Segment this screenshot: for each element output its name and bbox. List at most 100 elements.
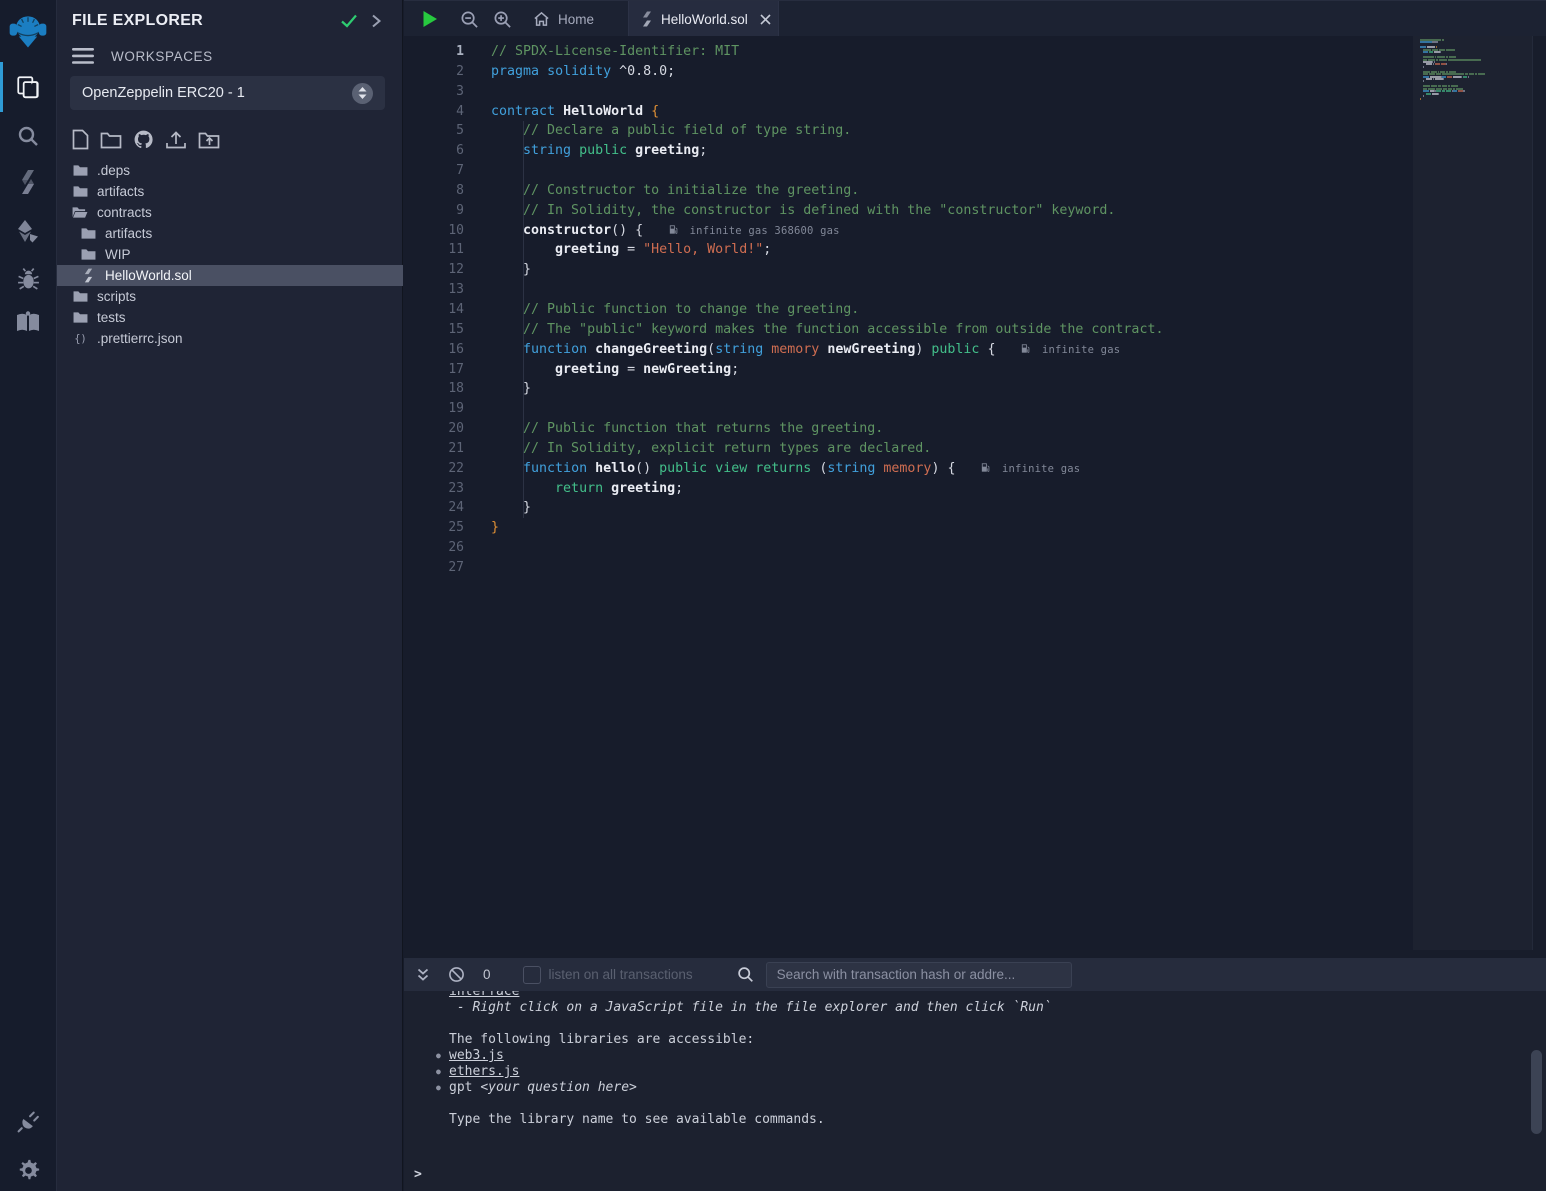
tree-item-artifacts[interactable]: artifacts: [57, 223, 403, 244]
tab-home[interactable]: Home: [521, 1, 606, 37]
zoom-in-icon[interactable]: [493, 1, 512, 37]
code-line-1[interactable]: 1// SPDX-License-Identifier: MIT: [404, 42, 1414, 62]
terminal-search-input[interactable]: [766, 962, 1072, 988]
code-text: }: [491, 498, 531, 518]
sidebar-item-plugin-manager[interactable]: [0, 1103, 56, 1139]
editor-minimap[interactable]: [1413, 36, 1532, 950]
github-icon[interactable]: [133, 129, 154, 150]
line-number: 3: [404, 82, 464, 102]
terminal-link[interactable]: web3.js: [449, 1048, 504, 1063]
listen-transactions-checkbox[interactable]: [523, 966, 541, 984]
tree-item-wip[interactable]: WIP: [57, 244, 403, 265]
sidebar-item-learneth[interactable]: [0, 304, 56, 340]
line-number: 25: [404, 518, 464, 538]
code-line-5[interactable]: 5 // Declare a public field of type stri…: [404, 121, 1414, 141]
run-script-button[interactable]: [422, 1, 438, 37]
bullet-icon: ●: [436, 1048, 441, 1064]
zoom-out-icon[interactable]: [460, 1, 479, 37]
tree-item-contracts[interactable]: contracts: [57, 202, 403, 223]
line-number: 26: [404, 538, 464, 558]
tree-item-helloworld-sol[interactable]: HelloWorld.sol: [57, 265, 403, 286]
tab-label: HelloWorld.sol: [661, 12, 748, 27]
code-text: // Public function to change the greetin…: [491, 300, 859, 320]
code-line-8[interactable]: 8 // Constructor to initialize the greet…: [404, 181, 1414, 201]
code-line-2[interactable]: 2pragma solidity ^0.8.0;: [404, 62, 1414, 82]
editor-tabbar: Home HelloWorld.sol: [404, 0, 1546, 36]
code-line-25[interactable]: 25}: [404, 518, 1414, 538]
tab-helloworld-sol[interactable]: HelloWorld.sol: [628, 1, 779, 37]
check-icon[interactable]: [340, 13, 358, 29]
upload-file-icon[interactable]: [165, 129, 187, 150]
new-folder-icon[interactable]: [100, 129, 122, 150]
sidebar-item-settings[interactable]: [0, 1152, 56, 1188]
code-line-17[interactable]: 17 greeting = newGreeting;: [404, 360, 1414, 380]
terminal-output[interactable]: interface - Right click on a JavaScript …: [404, 991, 1546, 1191]
terminal-prompt[interactable]: >: [414, 1167, 422, 1182]
code-editor[interactable]: 1// SPDX-License-Identifier: MIT2pragma …: [404, 36, 1546, 950]
sidebar-item-file-explorer[interactable]: [0, 62, 56, 112]
code-line-27[interactable]: 27: [404, 558, 1414, 578]
code-line-21[interactable]: 21 // In Solidity, explicit return types…: [404, 439, 1414, 459]
close-tab-icon[interactable]: [760, 14, 771, 25]
gas-estimate: infinite gas 368600 gas: [669, 225, 840, 237]
folder-icon: [72, 290, 88, 303]
terminal-panel: 0 listen on all transactions interface -…: [404, 950, 1546, 1191]
workspace-select[interactable]: OpenZeppelin ERC20 - 1: [70, 76, 385, 110]
tree-item--prettierrc-json[interactable]: {).prettierrc.json: [57, 328, 403, 349]
remix-logo[interactable]: [0, 8, 56, 54]
code-line-6[interactable]: 6 string public greeting;: [404, 141, 1414, 161]
code-line-7[interactable]: 7: [404, 161, 1414, 181]
code-line-20[interactable]: 20 // Public function that returns the g…: [404, 419, 1414, 439]
tree-item-label: .deps: [97, 163, 130, 178]
editor-scrollbar-track[interactable]: [1532, 36, 1546, 950]
code-line-14[interactable]: 14 // Public function to change the gree…: [404, 300, 1414, 320]
line-number: 8: [404, 181, 464, 201]
tree-item--deps[interactable]: .deps: [57, 160, 403, 181]
workspaces-menu-icon[interactable]: [72, 48, 94, 64]
upload-folder-icon[interactable]: [198, 129, 220, 150]
code-line-13[interactable]: 13: [404, 280, 1414, 300]
listen-transactions-label[interactable]: listen on all transactions: [549, 967, 693, 982]
solidity-icon: [80, 268, 96, 283]
debugger-icon: [16, 267, 41, 292]
terminal-link[interactable]: ethers.js: [449, 1064, 519, 1079]
chevron-right-icon[interactable]: [370, 13, 382, 29]
terminal-line: [449, 1016, 1546, 1032]
code-text: string public greeting;: [491, 141, 707, 161]
code-line-9[interactable]: 9 // In Solidity, the constructor is def…: [404, 201, 1414, 221]
line-number: 5: [404, 121, 464, 141]
sidebar-item-deploy-run[interactable]: [0, 212, 56, 250]
code-text: contract HelloWorld {: [491, 102, 659, 122]
solidity-file-icon: [641, 11, 653, 27]
terminal-collapse-icon[interactable]: [416, 968, 430, 982]
code-line-12[interactable]: 12 }: [404, 260, 1414, 280]
code-line-26[interactable]: 26: [404, 538, 1414, 558]
code-line-3[interactable]: 3: [404, 82, 1414, 102]
new-file-icon[interactable]: [72, 129, 89, 150]
code-line-22[interactable]: 22 function hello() public view returns …: [404, 459, 1414, 479]
code-line-10[interactable]: 10 constructor() { infinite gas 368600 g…: [404, 221, 1414, 241]
terminal-link[interactable]: interface: [449, 991, 519, 999]
sidebar-item-solidity-compiler[interactable]: [0, 164, 56, 200]
sidebar-item-debugger[interactable]: [0, 262, 56, 296]
tree-item-artifacts[interactable]: artifacts: [57, 181, 403, 202]
code-line-16[interactable]: 16 function changeGreeting(string memory…: [404, 340, 1414, 360]
code-line-24[interactable]: 24 }: [404, 498, 1414, 518]
terminal-line: interface: [449, 991, 1546, 1000]
sidebar-item-search[interactable]: [0, 118, 56, 154]
code-line-4[interactable]: 4contract HelloWorld {: [404, 102, 1414, 122]
code-line-18[interactable]: 18 }: [404, 379, 1414, 399]
terminal-clear-icon[interactable]: [448, 966, 465, 983]
workspace-switch-icon[interactable]: [352, 83, 373, 104]
code-line-15[interactable]: 15 // The "public" keyword makes the fun…: [404, 320, 1414, 340]
code-line-23[interactable]: 23 return greeting;: [404, 479, 1414, 499]
main-area: Home HelloWorld.sol 1// SPDX-License-Ide…: [404, 0, 1546, 1191]
tree-item-tests[interactable]: tests: [57, 307, 403, 328]
line-number: 9: [404, 201, 464, 221]
code-line-11[interactable]: 11 greeting = "Hello, World!";: [404, 240, 1414, 260]
code-line-19[interactable]: 19: [404, 399, 1414, 419]
terminal-scrollbar-thumb[interactable]: [1531, 1050, 1542, 1134]
terminal-resize-handle[interactable]: [404, 950, 1546, 958]
bullet-icon: ●: [436, 1080, 441, 1096]
tree-item-scripts[interactable]: scripts: [57, 286, 403, 307]
